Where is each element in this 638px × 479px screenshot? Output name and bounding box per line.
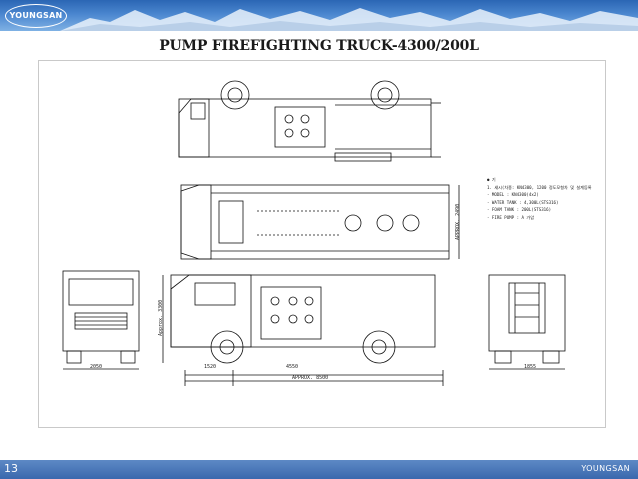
note-line: - WATER TANK : 4,300L(STS316) [487,199,559,205]
truck-technical-drawing [62,80,566,386]
note-line: - MODEL : KN4300(4x2) [487,192,539,198]
footer-brand: YOUNGSAN [581,464,630,473]
wheelbase-dimension: 4550 [286,364,299,370]
note-line: 1. 섀시(차종: KN4300, 1200 정도모형차 및 설계등록 [487,184,592,190]
overall-width-dimension: APPROX. 2490 [455,203,461,240]
footer-bar: 13 YOUNGSAN [0,460,638,479]
youngsan-logo: YOUNGSAN [5,4,67,28]
drawing-frame [38,60,606,428]
side-view-upper [178,80,441,162]
note-line: - FOAM TANK : 200L(STS316) [487,207,552,213]
height-dimension: Approx. 3300 [158,299,164,336]
mountain-banner-graphic [60,8,638,31]
header-banner: YOUNGSAN [0,0,638,31]
front-view [62,270,140,370]
specification-notes: ● 기 1. 섀시(차종: KN4300, 1200 정도모형차 및 설계등록 … [487,176,597,222]
notes-heading: ● 기 [487,177,496,182]
front-width-dimension: 2050 [90,364,103,370]
overall-length-dimension: APPROX. 8500 [292,375,329,381]
rear-width-dimension: 1855 [524,364,537,370]
plan-view [180,184,460,260]
page-number: 13 [4,462,18,475]
rear-view [488,274,566,370]
note-line: - FIRE PUMP : A 가압 [487,214,534,220]
front-overhang-dimension: 1520 [204,364,217,370]
page-title: PUMP FIREFIGHTING TRUCK-4300/200L [159,38,479,54]
